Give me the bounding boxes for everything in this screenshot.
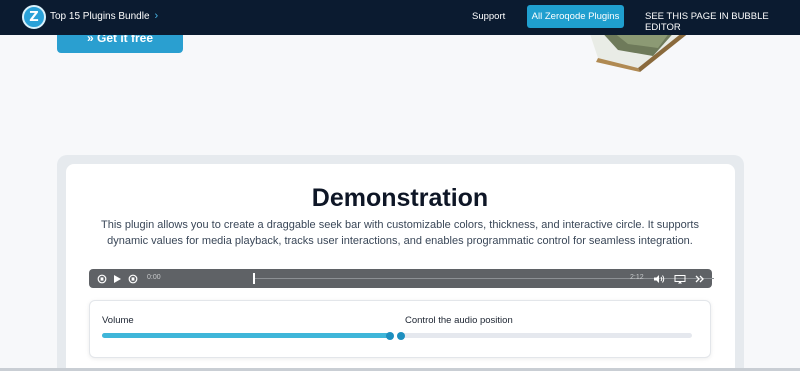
top-navbar: Z Top 15 Plugins Bundle › Support All Ze… xyxy=(0,0,800,35)
slider-panel xyxy=(89,300,711,358)
volume-label: Volume xyxy=(102,315,134,326)
duration-time: 2:12 xyxy=(630,274,644,281)
current-time: 0:00 xyxy=(147,274,161,281)
demo-description: This plugin allows you to create a dragg… xyxy=(101,219,699,247)
volume-icon[interactable] xyxy=(652,272,666,285)
support-link[interactable]: Support xyxy=(472,11,505,22)
demo-title: Demonstration xyxy=(311,184,489,212)
seek-thumb[interactable] xyxy=(253,273,255,284)
seek-track[interactable] xyxy=(254,278,714,279)
chevron-right-icon: › xyxy=(154,10,159,22)
play-icon[interactable] xyxy=(111,272,123,285)
volume-knob[interactable] xyxy=(386,331,395,340)
bubble-editor-link[interactable]: SEE THIS PAGE IN BUBBLE EDITOR xyxy=(645,11,800,33)
next-icon[interactable] xyxy=(692,272,706,285)
audio-player: 0:00 2:12 xyxy=(89,269,714,288)
volume-fill xyxy=(102,333,391,338)
forward-icon[interactable] xyxy=(127,272,139,285)
bundle-link[interactable]: Top 15 Plugins Bundle › xyxy=(50,10,159,23)
rewind-icon[interactable] xyxy=(96,272,108,285)
bundle-label: Top 15 Plugins Bundle xyxy=(50,11,150,22)
volume-slider[interactable] xyxy=(102,333,393,338)
position-knob[interactable] xyxy=(397,331,405,340)
all-plugins-button[interactable]: All Zeroqode Plugins xyxy=(527,5,624,28)
position-label: Control the audio position xyxy=(405,315,513,326)
position-slider[interactable] xyxy=(401,333,692,338)
zeroqode-logo[interactable]: Z xyxy=(22,5,46,29)
cast-icon[interactable] xyxy=(673,272,687,285)
